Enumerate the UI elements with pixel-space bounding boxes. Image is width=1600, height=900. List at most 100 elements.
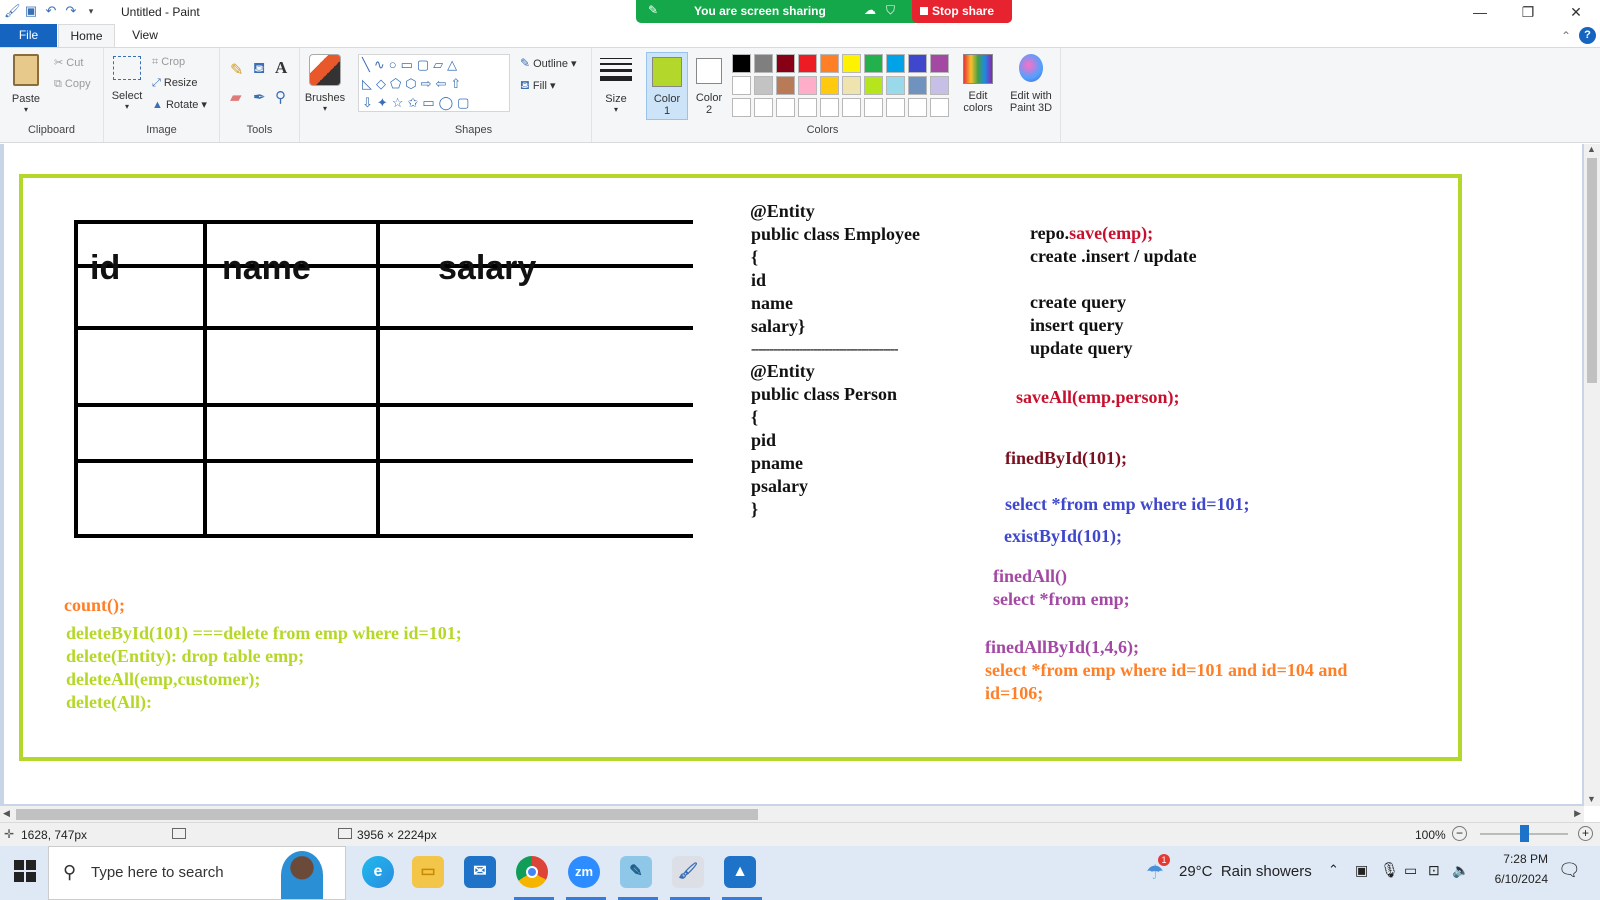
paint-icon[interactable]: 🖌	[672, 856, 704, 888]
vertical-scrollbar[interactable]: ▲ ▼	[1584, 144, 1600, 806]
palette-swatch[interactable]	[908, 54, 927, 73]
palette-swatch[interactable]	[930, 54, 949, 73]
notification-center-icon[interactable]: 🗨	[1558, 860, 1581, 881]
microphone-icon[interactable]: 🎙	[1380, 861, 1399, 879]
color2-button[interactable]: Color 2	[688, 52, 730, 120]
undo-icon[interactable]: ↶	[44, 4, 58, 18]
palette-swatch[interactable]	[776, 76, 795, 95]
tab-view[interactable]: View	[120, 24, 170, 47]
customize-qa-icon[interactable]: ▾	[84, 4, 98, 18]
palette-swatch[interactable]	[754, 98, 773, 117]
volume-icon[interactable]: 🔈	[1452, 862, 1469, 879]
scroll-right-arrow-icon[interactable]: ▶	[1574, 808, 1581, 819]
zoom-slider-thumb[interactable]	[1520, 825, 1529, 842]
palette-swatch[interactable]	[864, 98, 883, 117]
brushes-button[interactable]: Brushes ▾	[302, 54, 348, 113]
palette-swatch[interactable]	[842, 54, 861, 73]
size-button[interactable]: Size ▾	[596, 56, 636, 114]
cut-button[interactable]: ✂ Cut	[54, 56, 83, 69]
palette-swatch[interactable]	[908, 98, 927, 117]
clock-date[interactable]: 6/10/2024	[1476, 872, 1548, 886]
edit-colors-button[interactable]: Edit colors	[958, 54, 998, 114]
scroll-down-arrow-icon[interactable]: ▼	[1587, 794, 1596, 804]
tab-home[interactable]: Home	[58, 24, 115, 47]
show-hidden-icons-chevron-icon[interactable]: ⌃	[1328, 862, 1339, 878]
tools-group: ✎ ⛾ A ▰ ✒ ⚲ Tools	[220, 48, 300, 142]
zoom-icon[interactable]: zm	[568, 856, 600, 888]
chrome-icon[interactable]	[516, 856, 548, 888]
palette-swatch[interactable]	[798, 76, 817, 95]
windows-start-icon[interactable]	[14, 860, 36, 882]
palette-swatch[interactable]	[776, 54, 795, 73]
crop-button[interactable]: ⌗ Crop	[152, 56, 185, 69]
rotate-button[interactable]: ▲ Rotate ▾	[152, 98, 207, 111]
scroll-left-arrow-icon[interactable]: ◀	[3, 808, 10, 819]
photos-icon[interactable]: ▲	[724, 856, 756, 888]
weather-text[interactable]: 29°C Rain showers	[1179, 863, 1312, 880]
tab-file[interactable]: File	[0, 24, 57, 47]
copy-button[interactable]: ⧉ Copy	[54, 78, 91, 91]
edge-icon[interactable]: e	[362, 856, 394, 888]
palette-swatch[interactable]	[886, 76, 905, 95]
canvas-viewport[interactable]: id name salary @Entity public class Empl…	[0, 144, 1584, 806]
palette-swatch[interactable]	[930, 76, 949, 95]
palette-swatch[interactable]	[754, 54, 773, 73]
palette-swatch[interactable]	[732, 98, 751, 117]
color-picker-icon[interactable]: ✒	[253, 88, 266, 106]
pencil-tool-icon[interactable]: ✎	[230, 60, 243, 80]
redo-icon[interactable]: ↷	[64, 4, 78, 18]
palette-swatch[interactable]	[842, 98, 861, 117]
network-icon[interactable]: ⊡	[1428, 862, 1440, 879]
maximize-button[interactable]: ❐	[1504, 0, 1552, 24]
resize-button[interactable]: ⤢ Resize	[152, 77, 198, 90]
color1-button[interactable]: Color 1	[646, 52, 688, 120]
palette-swatch[interactable]	[732, 54, 751, 73]
taskbar-search[interactable]: ⚲ Type here to search	[48, 846, 346, 900]
repo-prefix: repo.	[1030, 223, 1070, 243]
minimize-button[interactable]: —	[1456, 0, 1504, 24]
shapes-gallery[interactable]: ╲∿○▭▢▱△ ◺◇⬠⬡⇨⇦⇧ ⇩✦☆✩▭◯▢	[358, 54, 510, 112]
collapse-ribbon-icon[interactable]: ⌃	[1561, 29, 1571, 43]
horizontal-scroll-thumb[interactable]	[16, 809, 758, 820]
clock-time[interactable]: 7:28 PM	[1488, 852, 1548, 866]
palette-swatch[interactable]	[732, 76, 751, 95]
palette-swatch[interactable]	[864, 54, 883, 73]
palette-swatch[interactable]	[754, 76, 773, 95]
notepad-icon[interactable]: ✎	[620, 856, 652, 888]
vertical-scroll-thumb[interactable]	[1587, 158, 1597, 383]
close-button[interactable]: ✕	[1552, 0, 1600, 24]
save-icon[interactable]: ▣	[24, 4, 38, 18]
palette-swatch[interactable]	[842, 76, 861, 95]
palette-swatch[interactable]	[908, 76, 927, 95]
file-explorer-icon[interactable]: ▭	[412, 856, 444, 888]
help-icon[interactable]: ?	[1579, 27, 1596, 44]
palette-swatch[interactable]	[930, 98, 949, 117]
palette-swatch[interactable]	[820, 54, 839, 73]
horizontal-scrollbar[interactable]: ◀ ▶	[0, 806, 1584, 822]
outline-button[interactable]: ✎ Outline ▾	[520, 56, 577, 70]
zoom-in-icon[interactable]: +	[1578, 826, 1593, 841]
text-tool-icon[interactable]: A	[275, 58, 287, 78]
stop-share-button[interactable]: Stop share	[912, 0, 1012, 23]
battery-icon[interactable]: ▭	[1404, 862, 1417, 879]
scroll-up-arrow-icon[interactable]: ▲	[1587, 144, 1596, 154]
mail-icon[interactable]: ✉	[464, 856, 496, 888]
paste-button[interactable]: Paste ▾	[8, 54, 44, 114]
palette-swatch[interactable]	[864, 76, 883, 95]
palette-swatch[interactable]	[820, 98, 839, 117]
palette-swatch[interactable]	[886, 54, 905, 73]
canvas[interactable]: id name salary @Entity public class Empl…	[4, 144, 1582, 804]
eraser-tool-icon[interactable]: ▰	[230, 88, 242, 106]
palette-swatch[interactable]	[776, 98, 795, 117]
zoom-out-icon[interactable]: −	[1452, 826, 1467, 841]
magnifier-icon[interactable]: ⚲	[275, 88, 286, 106]
palette-swatch[interactable]	[886, 98, 905, 117]
edit-with-paint3d-button[interactable]: Edit with Paint 3D	[1004, 54, 1058, 114]
fill-tool-icon[interactable]: ⛾	[253, 60, 265, 79]
palette-swatch[interactable]	[798, 54, 817, 73]
palette-swatch[interactable]	[820, 76, 839, 95]
palette-swatch[interactable]	[798, 98, 817, 117]
meet-now-icon[interactable]: ▣	[1355, 862, 1368, 879]
fill-button[interactable]: ⛾ Fill ▾	[520, 78, 556, 94]
select-button[interactable]: Select ▾	[110, 56, 144, 111]
